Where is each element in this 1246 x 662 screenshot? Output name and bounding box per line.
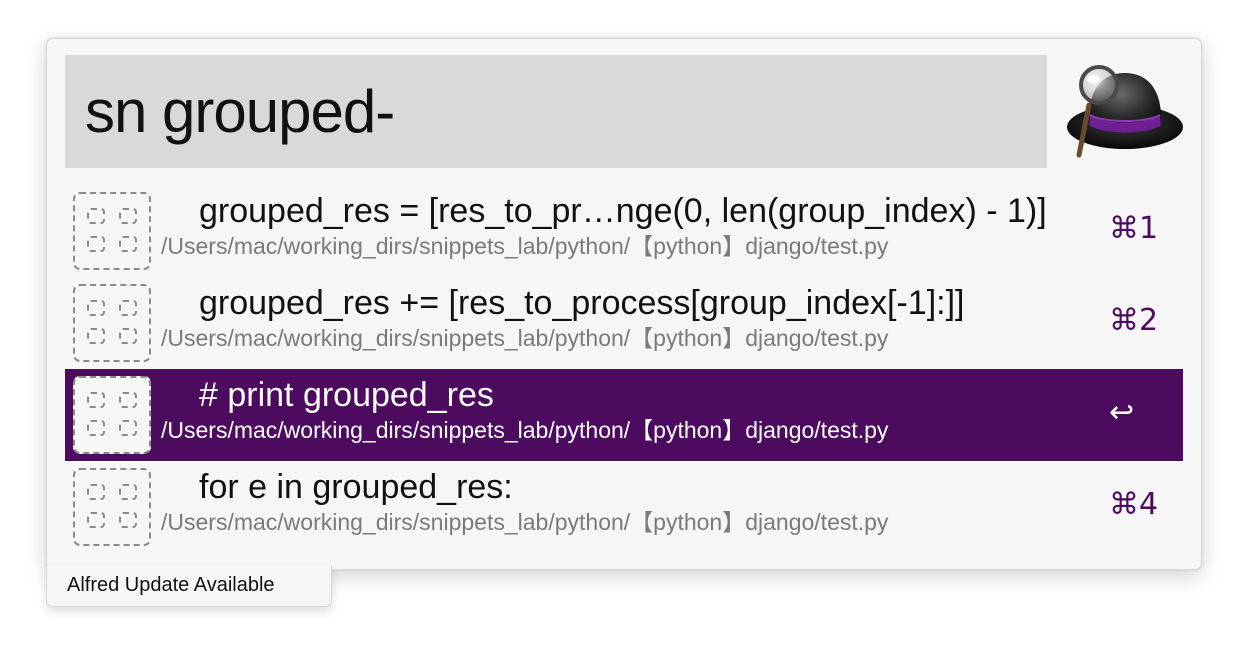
result-shortcut: ⌘2: [1109, 303, 1159, 338]
result-title: for e in grouped_res:: [199, 468, 513, 506]
snippet-icon: [73, 376, 151, 454]
result-subtitle: /Users/mac/working_dirs/snippets_lab/pyt…: [161, 417, 889, 443]
result-shortcut: ⌘1: [1109, 211, 1159, 246]
return-key-icon: ↩: [1109, 395, 1135, 430]
update-available-label: Alfred Update Available: [67, 574, 275, 596]
alfred-window: sn grouped- grouped_res = [res_to_pr…nge…: [46, 38, 1202, 570]
result-row-4[interactable]: for e in grouped_res: /Users/mac/working…: [65, 461, 1183, 553]
result-row-2[interactable]: grouped_res += [res_to_process[group_ind…: [65, 277, 1183, 369]
alfred-hat-logo: [1059, 59, 1187, 169]
result-title: # print grouped_res: [199, 376, 494, 414]
result-shortcut: ⌘4: [1109, 487, 1159, 522]
result-title: grouped_res += [res_to_process[group_ind…: [199, 284, 965, 322]
result-title: grouped_res = [res_to_pr…nge(0, len(grou…: [199, 192, 1047, 230]
result-subtitle: /Users/mac/working_dirs/snippets_lab/pyt…: [161, 325, 889, 351]
search-query-text[interactable]: sn grouped-: [85, 77, 395, 147]
result-subtitle: /Users/mac/working_dirs/snippets_lab/pyt…: [161, 233, 889, 259]
update-available-tab[interactable]: Alfred Update Available: [46, 566, 332, 607]
snippet-icon: [73, 192, 151, 270]
snippet-icon: [73, 468, 151, 546]
result-row-3-selected[interactable]: # print grouped_res /Users/mac/working_d…: [65, 369, 1183, 461]
result-row-1[interactable]: grouped_res = [res_to_pr…nge(0, len(grou…: [65, 185, 1183, 277]
search-field[interactable]: sn grouped-: [65, 55, 1047, 168]
snippet-icon: [73, 284, 151, 362]
result-subtitle: /Users/mac/working_dirs/snippets_lab/pyt…: [161, 509, 889, 535]
results-list: grouped_res = [res_to_pr…nge(0, len(grou…: [65, 185, 1183, 553]
